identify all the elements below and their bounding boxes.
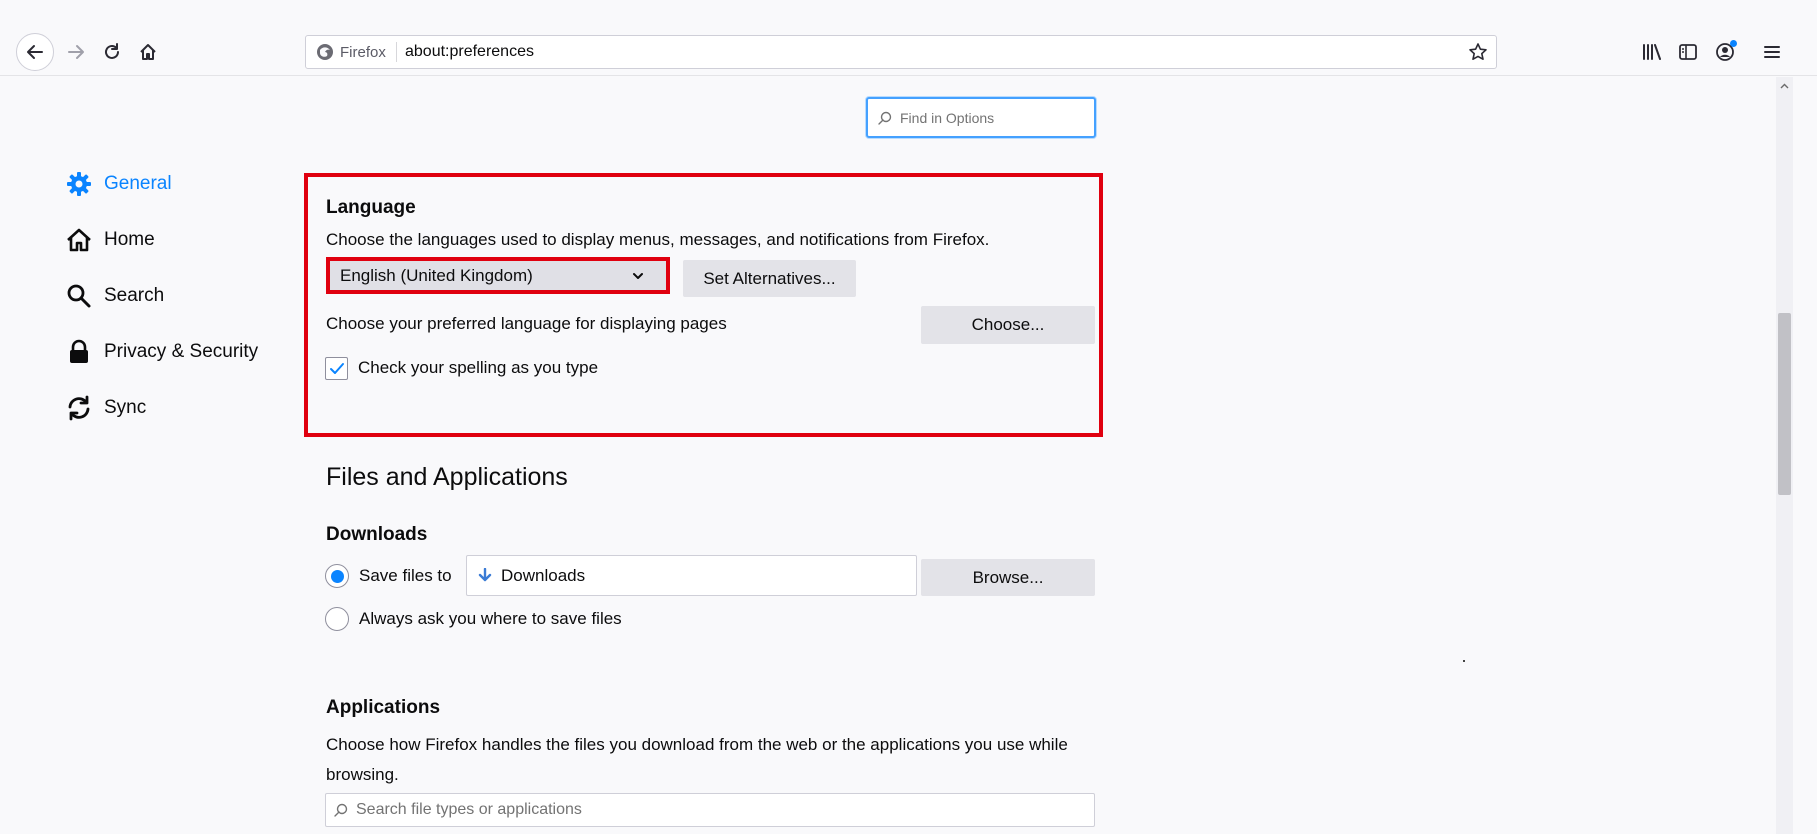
save-files-radio[interactable] bbox=[325, 564, 349, 588]
sync-icon bbox=[66, 395, 92, 421]
downloads-title: Downloads bbox=[326, 524, 428, 545]
library-button[interactable] bbox=[1637, 37, 1667, 67]
right-gutter bbox=[1793, 77, 1817, 834]
category-label: Search bbox=[104, 285, 165, 306]
category-general[interactable]: General bbox=[66, 169, 172, 199]
spellcheck-label: Check your spelling as you type bbox=[358, 358, 599, 377]
pages-language-description: Choose your preferred language for displ… bbox=[326, 314, 727, 333]
applications-search-input[interactable] bbox=[354, 800, 1054, 820]
notification-dot bbox=[1730, 40, 1737, 47]
back-button[interactable] bbox=[16, 33, 54, 71]
scrollbar-thumb[interactable] bbox=[1778, 313, 1791, 495]
account-button[interactable] bbox=[1710, 37, 1740, 67]
sidebar-button[interactable] bbox=[1673, 37, 1703, 67]
stray-dot bbox=[1463, 660, 1465, 662]
category-label: Privacy & Security bbox=[104, 341, 259, 362]
spellcheck-checkbox[interactable] bbox=[325, 357, 348, 380]
files-applications-heading: Files and Applications bbox=[326, 463, 568, 491]
reload-button[interactable] bbox=[96, 36, 128, 68]
url-text[interactable]: about:preferences bbox=[405, 36, 534, 68]
checkmark-icon bbox=[329, 362, 344, 374]
open-menu-button[interactable] bbox=[1757, 37, 1787, 67]
category-privacy-security[interactable]: Privacy & Security bbox=[66, 337, 258, 367]
chevron-down-icon bbox=[633, 273, 643, 279]
category-label: Home bbox=[104, 229, 155, 250]
language-title: Language bbox=[326, 197, 416, 218]
star-icon bbox=[1469, 43, 1487, 60]
hamburger-menu-icon bbox=[1764, 46, 1780, 58]
library-icon bbox=[1643, 44, 1661, 60]
home-button[interactable] bbox=[132, 36, 164, 68]
identity-box[interactable]: Firefox bbox=[316, 36, 386, 68]
browse-button[interactable]: Browse... bbox=[921, 559, 1095, 596]
category-label: Sync bbox=[104, 397, 147, 418]
applications-title: Applications bbox=[326, 697, 441, 718]
category-sync[interactable]: Sync bbox=[66, 393, 146, 423]
set-alternatives-button[interactable]: Set Alternatives... bbox=[683, 260, 856, 297]
applications-search-box[interactable] bbox=[325, 793, 1095, 827]
vertical-scrollbar[interactable] bbox=[1776, 77, 1793, 834]
search-icon bbox=[334, 803, 348, 817]
selected-language: English (United Kingdom) bbox=[340, 265, 533, 285]
applications-description: Choose how Firefox handles the files you… bbox=[326, 735, 1068, 784]
always-ask-label: Always ask you where to save files bbox=[359, 609, 622, 628]
arrow-left-icon bbox=[27, 45, 43, 59]
bookmark-star-button[interactable] bbox=[1466, 40, 1490, 64]
url-divider bbox=[396, 42, 397, 62]
language-description: Choose the languages used to display men… bbox=[326, 230, 990, 249]
category-search[interactable]: Search bbox=[66, 281, 164, 311]
choose-languages-button[interactable]: Choose... bbox=[921, 306, 1095, 344]
home-icon bbox=[66, 227, 92, 253]
url-bar[interactable]: Firefox about:preferences bbox=[305, 35, 1497, 69]
category-label: General bbox=[104, 173, 172, 194]
navigation-toolbar: Firefox about:preferences bbox=[0, 0, 1817, 76]
scroll-up-arrow-icon[interactable] bbox=[1776, 77, 1793, 94]
preferences-content: General Home Search Privacy & Security S… bbox=[0, 77, 1776, 834]
lock-icon bbox=[66, 339, 92, 365]
reload-icon bbox=[105, 43, 119, 59]
download-arrow-icon bbox=[478, 567, 492, 581]
language-section-highlight bbox=[304, 173, 1103, 437]
search-icon bbox=[878, 111, 892, 125]
download-folder-field[interactable]: Downloads bbox=[466, 555, 917, 596]
find-in-options-box[interactable] bbox=[866, 97, 1096, 138]
download-folder-name: Downloads bbox=[501, 565, 586, 585]
save-files-label: Save files to bbox=[359, 566, 452, 585]
always-ask-radio[interactable] bbox=[325, 607, 349, 631]
search-icon bbox=[66, 283, 92, 309]
arrow-right-icon bbox=[68, 45, 84, 59]
forward-button[interactable] bbox=[60, 36, 92, 68]
gear-icon bbox=[66, 171, 92, 197]
find-in-options-input[interactable] bbox=[898, 108, 1088, 127]
home-icon bbox=[140, 44, 156, 60]
language-dropdown[interactable]: English (United Kingdom) bbox=[326, 257, 670, 294]
firefox-logo-icon bbox=[317, 44, 333, 60]
sidebar-icon bbox=[1679, 44, 1697, 60]
identity-label: Firefox bbox=[340, 43, 386, 61]
category-home[interactable]: Home bbox=[66, 225, 155, 255]
